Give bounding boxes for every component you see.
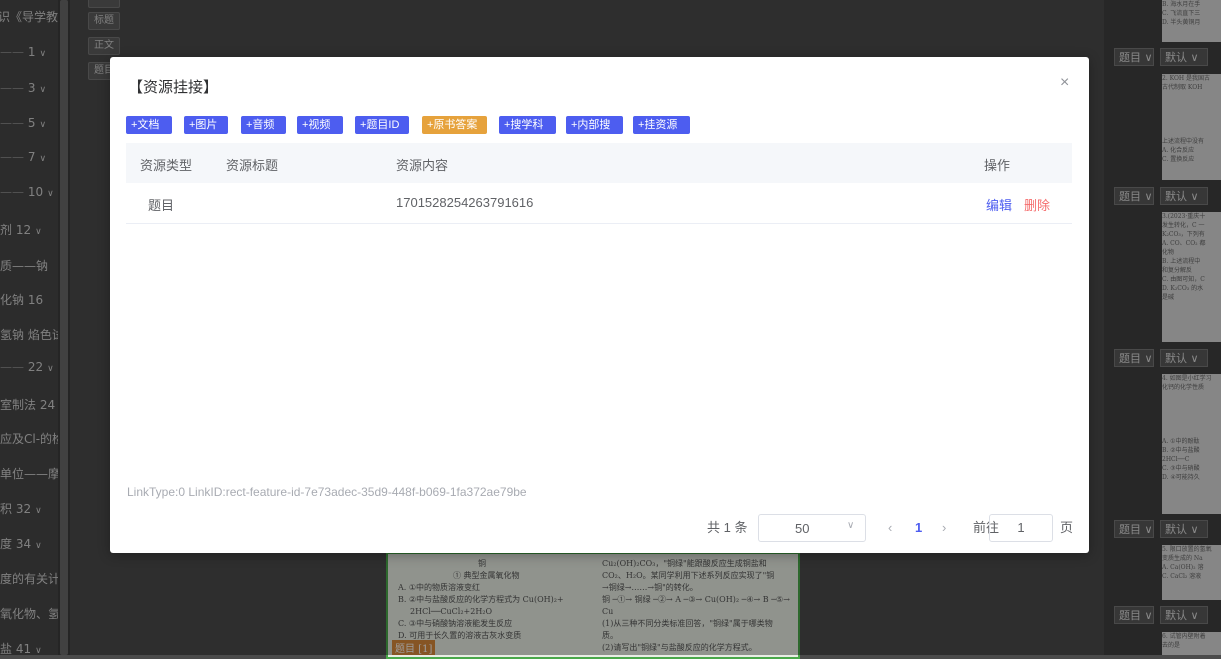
row-content: 1701528254263791616 [396, 195, 534, 210]
column-header-action: 操作 [984, 158, 1011, 173]
page-size-value: 50 [795, 521, 810, 536]
add-book-answer-button[interactable]: +原书答案 [422, 116, 487, 134]
page-size-select[interactable]: 50 ∨ [758, 514, 866, 542]
column-header-content: 资源内容 [396, 158, 449, 173]
search-subject-button[interactable]: +搜学科 [499, 116, 556, 134]
attach-resource-button[interactable]: +挂资源 [633, 116, 690, 134]
column-header-type: 资源类型 [140, 158, 193, 173]
prev-page-button[interactable]: ‹ [888, 514, 892, 542]
delete-link[interactable]: 删除 [1024, 195, 1050, 214]
internal-search-button[interactable]: +内部搜 [566, 116, 623, 134]
pagination-total: 共 1 条 [707, 520, 748, 535]
resource-table: 资源类型 资源标题 资源内容 操作 题目 1701528254263791616… [126, 143, 1072, 224]
table-header: 资源类型 资源标题 资源内容 操作 [126, 143, 1072, 183]
dialog-title: 【资源挂接】 [128, 79, 219, 96]
page-number-current[interactable]: 1 [915, 514, 922, 542]
page-unit-label: 页 [1060, 520, 1074, 535]
row-type: 题目 [148, 198, 175, 213]
table-row[interactable]: 题目 1701528254263791616 编辑 删除 [126, 183, 1072, 224]
column-header-title: 资源标题 [226, 158, 279, 173]
add-image-button[interactable]: +图片 [184, 116, 228, 134]
add-audio-button[interactable]: +音频 [241, 116, 286, 134]
edit-link[interactable]: 编辑 [986, 195, 1012, 214]
resource-link-dialog: 【资源挂接】 × +文档 +图片 +音频 +视频 +题目ID +原书答案 +搜学… [110, 57, 1089, 553]
chevron-down-icon: ∨ [847, 520, 855, 531]
add-question-id-button[interactable]: +题目ID [355, 116, 409, 134]
close-icon[interactable]: × [1060, 74, 1069, 92]
add-video-button[interactable]: +视频 [297, 116, 343, 134]
goto-page-input[interactable]: 1 [989, 514, 1053, 542]
add-document-button[interactable]: +文档 [126, 116, 172, 134]
next-page-button[interactable]: › [942, 514, 946, 542]
link-info-text: LinkType:0 LinkID:rect-feature-id-7e73ad… [127, 485, 527, 499]
